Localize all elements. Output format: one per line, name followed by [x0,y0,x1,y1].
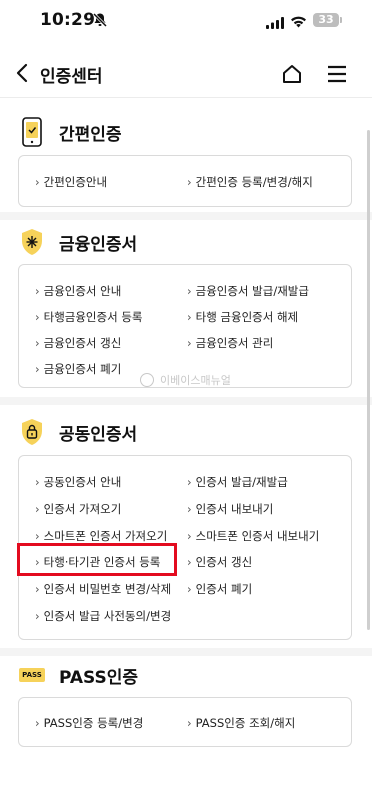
menu-link-label: 금융인증서 관리 [195,336,274,350]
menu-link-cert-renew[interactable]: › 인증서 갱신 [187,554,252,570]
section-divider [0,212,372,220]
watermark-text: 이베이스매뉴얼 [160,374,231,387]
section-divider [0,648,372,656]
back-arrow-icon[interactable] [12,62,34,84]
section-title: 공동인증서 [59,424,138,445]
wifi-icon [290,13,307,32]
menu-link-label: 금융인증서 발급/재발급 [195,284,309,298]
menu-link-label: 간편인증안내 [43,175,108,189]
menu-link-financial-cert-issue[interactable]: › 금융인증서 발급/재발급 [187,283,309,299]
menu-link-cert-revoke[interactable]: › 인증서 폐기 [187,581,252,597]
menu-link-financial-cert-renew[interactable]: › 금융인증서 갱신 [35,335,121,351]
simple-auth-card: › 간편인증안내 › 간편인증 등록/변경/해지 [18,155,352,207]
joint-cert-lock-shield-icon [18,417,46,447]
section-title: 간편인증 [59,124,122,145]
menu-link-joint-cert-guide[interactable]: › 공동인증서 안내 [35,474,121,490]
menu-link-label: 타행 금융인증서 해제 [195,310,299,324]
menu-link-label: 간편인증 등록/변경/해지 [195,175,313,189]
home-icon[interactable] [280,62,304,86]
section-simple-auth-header: 간편인증 [18,115,122,149]
cellular-signal-icon [266,14,284,33]
menu-link-label: 인증서 폐기 [195,582,253,596]
menu-link-label: 인증서 가져오기 [43,502,122,516]
menu-link-cert-issue[interactable]: › 인증서 발급/재발급 [187,474,288,490]
app-header: 인증센터 [0,50,372,98]
menu-link-cert-import[interactable]: › 인증서 가져오기 [35,501,121,517]
menu-link-financial-cert-manage[interactable]: › 금융인증서 관리 [187,335,273,351]
menu-link-label: 인증서 내보내기 [195,502,274,516]
menu-link-simple-auth-register[interactable]: › 간편인증 등록/변경/해지 [187,174,313,190]
header-divider [0,97,372,98]
menu-link-cert-prior-consent[interactable]: › 인증서 발급 사전동의/변경 [35,608,171,624]
menu-link-label: 금융인증서 안내 [43,284,122,298]
menu-link-label: 타행금융인증서 등록 [43,310,143,324]
financial-cert-shield-icon [18,227,46,257]
page-title: 인증센터 [40,67,103,87]
menu-link-simple-auth-guide[interactable]: › 간편인증안내 [35,174,107,190]
menu-link-pass-lookup[interactable]: › PASS인증 조회/해지 [187,715,295,731]
menu-link-label: 스마트폰 인증서 가져오기 [43,529,168,543]
status-time: 10:29 [40,10,96,30]
menu-link-label: 금융인증서 갱신 [43,336,122,350]
menu-link-financial-cert-revoke[interactable]: › 금융인증서 폐기 [35,361,121,377]
battery-icon: 33 [313,13,342,27]
menu-link-label: 인증서 발급 사전동의/변경 [43,609,172,623]
watermark: 이베이스매뉴얼 [140,372,231,388]
smartphone-check-icon [18,117,46,147]
menu-link-smartphone-cert-export[interactable]: › 스마트폰 인증서 내보내기 [187,528,319,544]
menu-link-label: PASS인증 등록/변경 [43,716,144,730]
menu-link-label: 금융인증서 폐기 [43,362,122,376]
bell-muted-icon [92,12,108,32]
menu-link-smartphone-cert-import[interactable]: › 스마트폰 인증서 가져오기 [35,528,167,544]
status-bar: 10:29 33 [0,0,372,44]
menu-link-label: 공동인증서 안내 [43,475,122,489]
section-title: 금융인증서 [59,234,138,255]
pass-auth-card: › PASS인증 등록/변경 › PASS인증 조회/해지 [18,697,352,747]
menu-link-label: 인증서 발급/재발급 [195,475,288,489]
menu-link-cert-password-change[interactable]: › 인증서 비밀번호 변경/삭제 [35,581,171,597]
highlight-annotation-box [17,543,177,576]
menu-link-other-bank-financial-cert-release[interactable]: › 타행 금융인증서 해제 [187,309,298,325]
menu-link-label: 인증서 갱신 [195,555,253,569]
menu-link-pass-register[interactable]: › PASS인증 등록/변경 [35,715,143,731]
pass-badge-text: PASS [19,668,45,682]
menu-link-label: PASS인증 조회/해지 [195,716,296,730]
menu-link-label: 인증서 비밀번호 변경/삭제 [43,582,172,596]
section-pass-auth-header: PASS PASS인증 [18,658,138,692]
watermark-logo-icon [140,373,154,387]
section-divider [0,397,372,405]
scrollbar[interactable] [367,130,370,630]
financial-cert-card: › 금융인증서 안내 › 금융인증서 발급/재발급 › 타행금융인증서 등록 › 타행 … [18,264,352,388]
pass-badge-icon: PASS [18,660,46,690]
menu-link-financial-cert-guide[interactable]: › 금융인증서 안내 [35,283,121,299]
menu-link-other-bank-financial-cert-register[interactable]: › 타행금융인증서 등록 [35,309,142,325]
section-joint-cert-header: 공동인증서 [18,415,137,449]
menu-link-cert-export[interactable]: › 인증서 내보내기 [187,501,273,517]
section-financial-cert-header: 금융인증서 [18,225,137,259]
menu-link-label: 스마트폰 인증서 내보내기 [195,529,320,543]
hamburger-menu-icon[interactable] [325,62,349,86]
section-title: PASS인증 [59,667,139,688]
